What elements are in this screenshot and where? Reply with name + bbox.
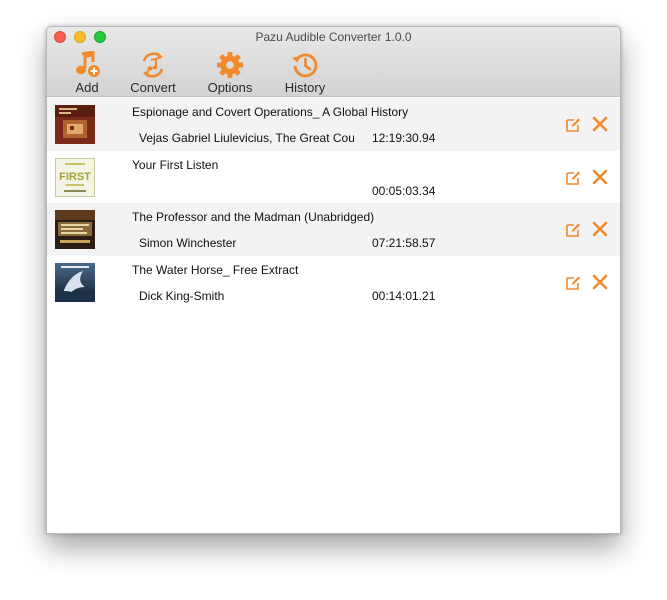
- title-bar: Pazu Audible Converter 1.0.0 Add Convert…: [47, 27, 620, 97]
- convert-icon: [142, 52, 164, 78]
- book-cover: [55, 262, 95, 302]
- add-button[interactable]: Add: [52, 51, 122, 95]
- edit-icon[interactable]: [566, 275, 581, 290]
- close-icon[interactable]: [592, 274, 608, 290]
- book-duration: 00:05:03.34: [372, 183, 436, 198]
- options-button[interactable]: Options: [195, 51, 265, 95]
- convert-label: Convert: [130, 80, 176, 95]
- history-label: History: [284, 80, 326, 95]
- book-author: Dick King-Smith: [139, 288, 225, 303]
- close-icon[interactable]: [592, 169, 608, 185]
- edit-icon[interactable]: [566, 117, 581, 132]
- gear-icon: [217, 52, 243, 78]
- history-button[interactable]: History: [270, 51, 340, 95]
- book-title: The Water Horse_ Free Extract: [132, 262, 299, 277]
- cover-text: FIRST: [59, 171, 91, 183]
- book-cover: FIRST: [55, 157, 95, 197]
- book-author: Vejas Gabriel Liulevicius, The Great Cou…: [139, 131, 354, 145]
- book-cover: [55, 210, 95, 249]
- book-title: Your First Listen: [132, 157, 219, 172]
- close-icon[interactable]: [592, 116, 608, 132]
- book-author: Simon Winchester: [139, 236, 237, 250]
- book-duration: 00:14:01.21: [372, 288, 436, 303]
- book-duration: 12:19:30.94: [372, 131, 436, 145]
- list-item[interactable]: The Water Horse_ Free Extract Dick King-…: [47, 255, 620, 308]
- list-item[interactable]: Espionage and Covert Operations_ A Globa…: [47, 98, 620, 151]
- book-duration: 07:21:58.57: [372, 236, 436, 250]
- book-list: Espionage and Covert Operations_ A Globa…: [47, 98, 620, 308]
- edit-icon[interactable]: [566, 170, 581, 185]
- add-label: Add: [75, 80, 99, 95]
- book-title: Espionage and Covert Operations_ A Globa…: [132, 105, 409, 119]
- edit-icon[interactable]: [566, 222, 581, 237]
- add-music-icon: [76, 51, 100, 77]
- book-title: The Professor and the Madman (Unabridged…: [132, 210, 375, 224]
- book-cover: [55, 105, 95, 144]
- window-title: Pazu Audible Converter 1.0.0: [255, 30, 412, 44]
- close-icon[interactable]: [592, 221, 608, 237]
- history-icon: [292, 53, 318, 78]
- convert-button[interactable]: Convert: [118, 51, 188, 95]
- options-label: Options: [207, 80, 253, 95]
- list-item[interactable]: The Professor and the Madman (Unabridged…: [47, 203, 620, 256]
- list-item[interactable]: FIRST Your First Listen 00:05:03.34: [47, 150, 620, 203]
- app-window: Pazu Audible Converter 1.0.0 Add Convert…: [46, 26, 621, 534]
